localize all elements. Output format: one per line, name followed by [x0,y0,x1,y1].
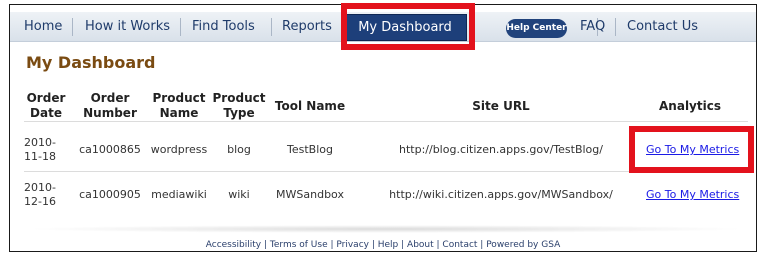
cell-site-url: http://wiki.citizen.apps.gov/MWSandbox/ [389,188,613,201]
footer-link-privacy[interactable]: Privacy [336,240,369,250]
nav-home[interactable]: Home [24,12,62,42]
help-center-button[interactable]: Help Center [506,19,567,38]
date-line: 2010- [24,136,56,149]
highlight-box-tab [341,3,475,50]
cell-tool-name: TestBlog [287,143,333,156]
cell-product-name: mediawiki [151,188,207,201]
footer-link-accessibility[interactable]: Accessibility [206,240,261,250]
nav-reports[interactable]: Reports [282,12,332,42]
page-frame: Home How it Works Find Tools Reports FAQ… [9,3,757,252]
cell-order-date: 2010- 12-16 [24,181,68,209]
cell-tool-name: MWSandbox [276,188,344,201]
highlight-box-metrics [629,126,754,173]
footer-separator: | [368,240,378,250]
header-line: Number [83,106,137,120]
date-line: 11-18 [24,150,56,163]
header-line: Order [90,91,130,105]
header-line: Date [30,106,62,120]
header-analytics: Analytics [659,99,721,113]
cell-site-url: http://blog.citizen.apps.gov/TestBlog/ [399,143,603,156]
go-to-metrics-link[interactable]: Go To My Metrics [646,188,739,201]
header-line: Name [159,106,199,120]
footer-link-terms[interactable]: Terms of Use [270,240,328,250]
header-product-type: Product Type [210,91,268,121]
header-line: Product [152,91,206,105]
footer-separator: | [477,240,487,250]
nav-contact-us[interactable]: Contact Us [627,12,698,42]
cell-product-name: wordpress [150,143,208,156]
nav-faq[interactable]: FAQ [580,12,605,42]
nav-separator [615,18,616,36]
header-line: Type [223,106,255,120]
row-divider [24,121,748,122]
footer-separator: | [398,240,408,250]
nav-separator [271,18,272,36]
cell-product-type: wiki [228,188,250,201]
footer-link-about[interactable]: About [407,240,434,250]
header-line: Product [212,91,266,105]
nav-find-tools[interactable]: Find Tools [192,12,255,42]
footer-link-powered-by[interactable]: Powered by GSA [486,240,560,250]
footer-divider [24,225,748,233]
footer-link-help[interactable]: Help [378,240,399,250]
nav-how-it-works[interactable]: How it Works [85,12,170,42]
footer-separator: | [261,240,270,250]
header-order-date: Order Date [24,91,68,121]
footer-link-contact[interactable]: Contact [442,240,477,250]
nav-separator [180,18,181,36]
header-order-number: Order Number [72,91,148,121]
header-product-name: Product Name [150,91,208,121]
header-line: Order [26,91,66,105]
page-title: My Dashboard [26,53,156,72]
header-site-url: Site URL [472,99,530,113]
footer-links: Accessibility | Terms of Use | Privacy |… [10,240,756,250]
header-tool-name: Tool Name [274,99,346,113]
cell-order-number: ca1000865 [79,143,141,156]
date-line: 2010- [24,181,56,194]
date-line: 12-16 [24,195,56,208]
cell-order-number: ca1000905 [79,188,141,201]
nav-separator [72,18,73,36]
cell-product-type: blog [227,143,251,156]
cell-order-date: 2010- 11-18 [24,136,68,164]
